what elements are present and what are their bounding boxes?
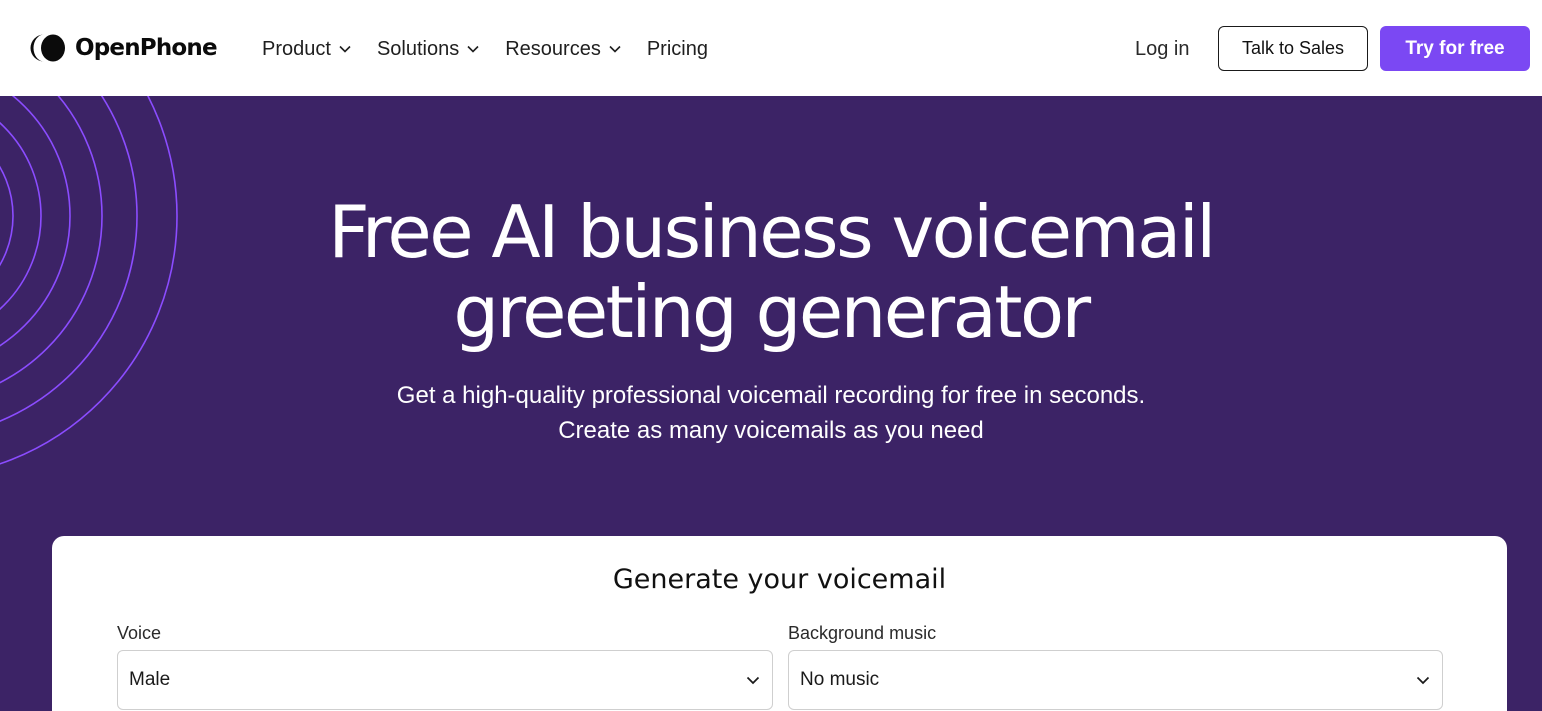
hero-subtitle: Get a high-quality professional voicemai… bbox=[0, 378, 1542, 448]
nav-solutions[interactable]: Solutions bbox=[377, 36, 479, 62]
login-link[interactable]: Log in bbox=[1135, 36, 1190, 62]
openphone-logo[interactable]: OpenPhone bbox=[30, 33, 218, 63]
nav-product-label: Product bbox=[262, 38, 331, 60]
nav-pricing-label: Pricing bbox=[646, 38, 708, 60]
chevron-down-icon bbox=[609, 45, 621, 53]
nav-resources-label: Resources bbox=[505, 38, 601, 60]
site-header: OpenPhone Product Solutions Resources Pr… bbox=[0, 0, 1542, 96]
voice-select-value: Male bbox=[129, 669, 171, 690]
hero-title-line-1: Free AI business voicemail bbox=[328, 190, 1216, 274]
voice-select[interactable]: Male bbox=[117, 650, 773, 710]
nav-product[interactable]: Product bbox=[262, 36, 351, 62]
background-music-select[interactable]: No music bbox=[788, 650, 1443, 710]
hero-section: Free AI business voicemail greeting gene… bbox=[0, 96, 1542, 711]
chevron-down-icon bbox=[467, 45, 479, 53]
logo-wordmark: OpenPhone bbox=[75, 35, 218, 61]
hero-subtitle-line-1: Get a high-quality professional voicemai… bbox=[396, 382, 1146, 409]
nav-pricing[interactable]: Pricing bbox=[647, 36, 708, 62]
nav-solutions-label: Solutions bbox=[376, 38, 460, 60]
nav-resources[interactable]: Resources bbox=[505, 36, 621, 62]
talk-to-sales-button[interactable]: Talk to Sales bbox=[1218, 26, 1368, 71]
try-for-free-button[interactable]: Try for free bbox=[1380, 26, 1530, 71]
chevron-down-icon bbox=[1416, 676, 1430, 684]
hero-subtitle-line-2: Create as many voicemails as you need bbox=[558, 417, 984, 444]
generator-title: Generate your voicemail bbox=[612, 564, 947, 595]
voice-label: Voice bbox=[117, 623, 162, 643]
chevron-down-icon bbox=[746, 676, 760, 684]
voicemail-generator-card: Generate your voicemail Voice Male Backg… bbox=[52, 536, 1507, 711]
main-nav: Product Solutions Resources Pricing bbox=[262, 36, 734, 62]
hero-title-line-2: greeting generator bbox=[453, 270, 1091, 354]
openphone-logo-icon bbox=[30, 34, 65, 62]
background-music-label: Background music bbox=[788, 623, 937, 643]
background-music-select-value: No music bbox=[800, 669, 880, 690]
hero-title: Free AI business voicemail greeting gene… bbox=[0, 192, 1542, 352]
chevron-down-icon bbox=[339, 45, 351, 53]
